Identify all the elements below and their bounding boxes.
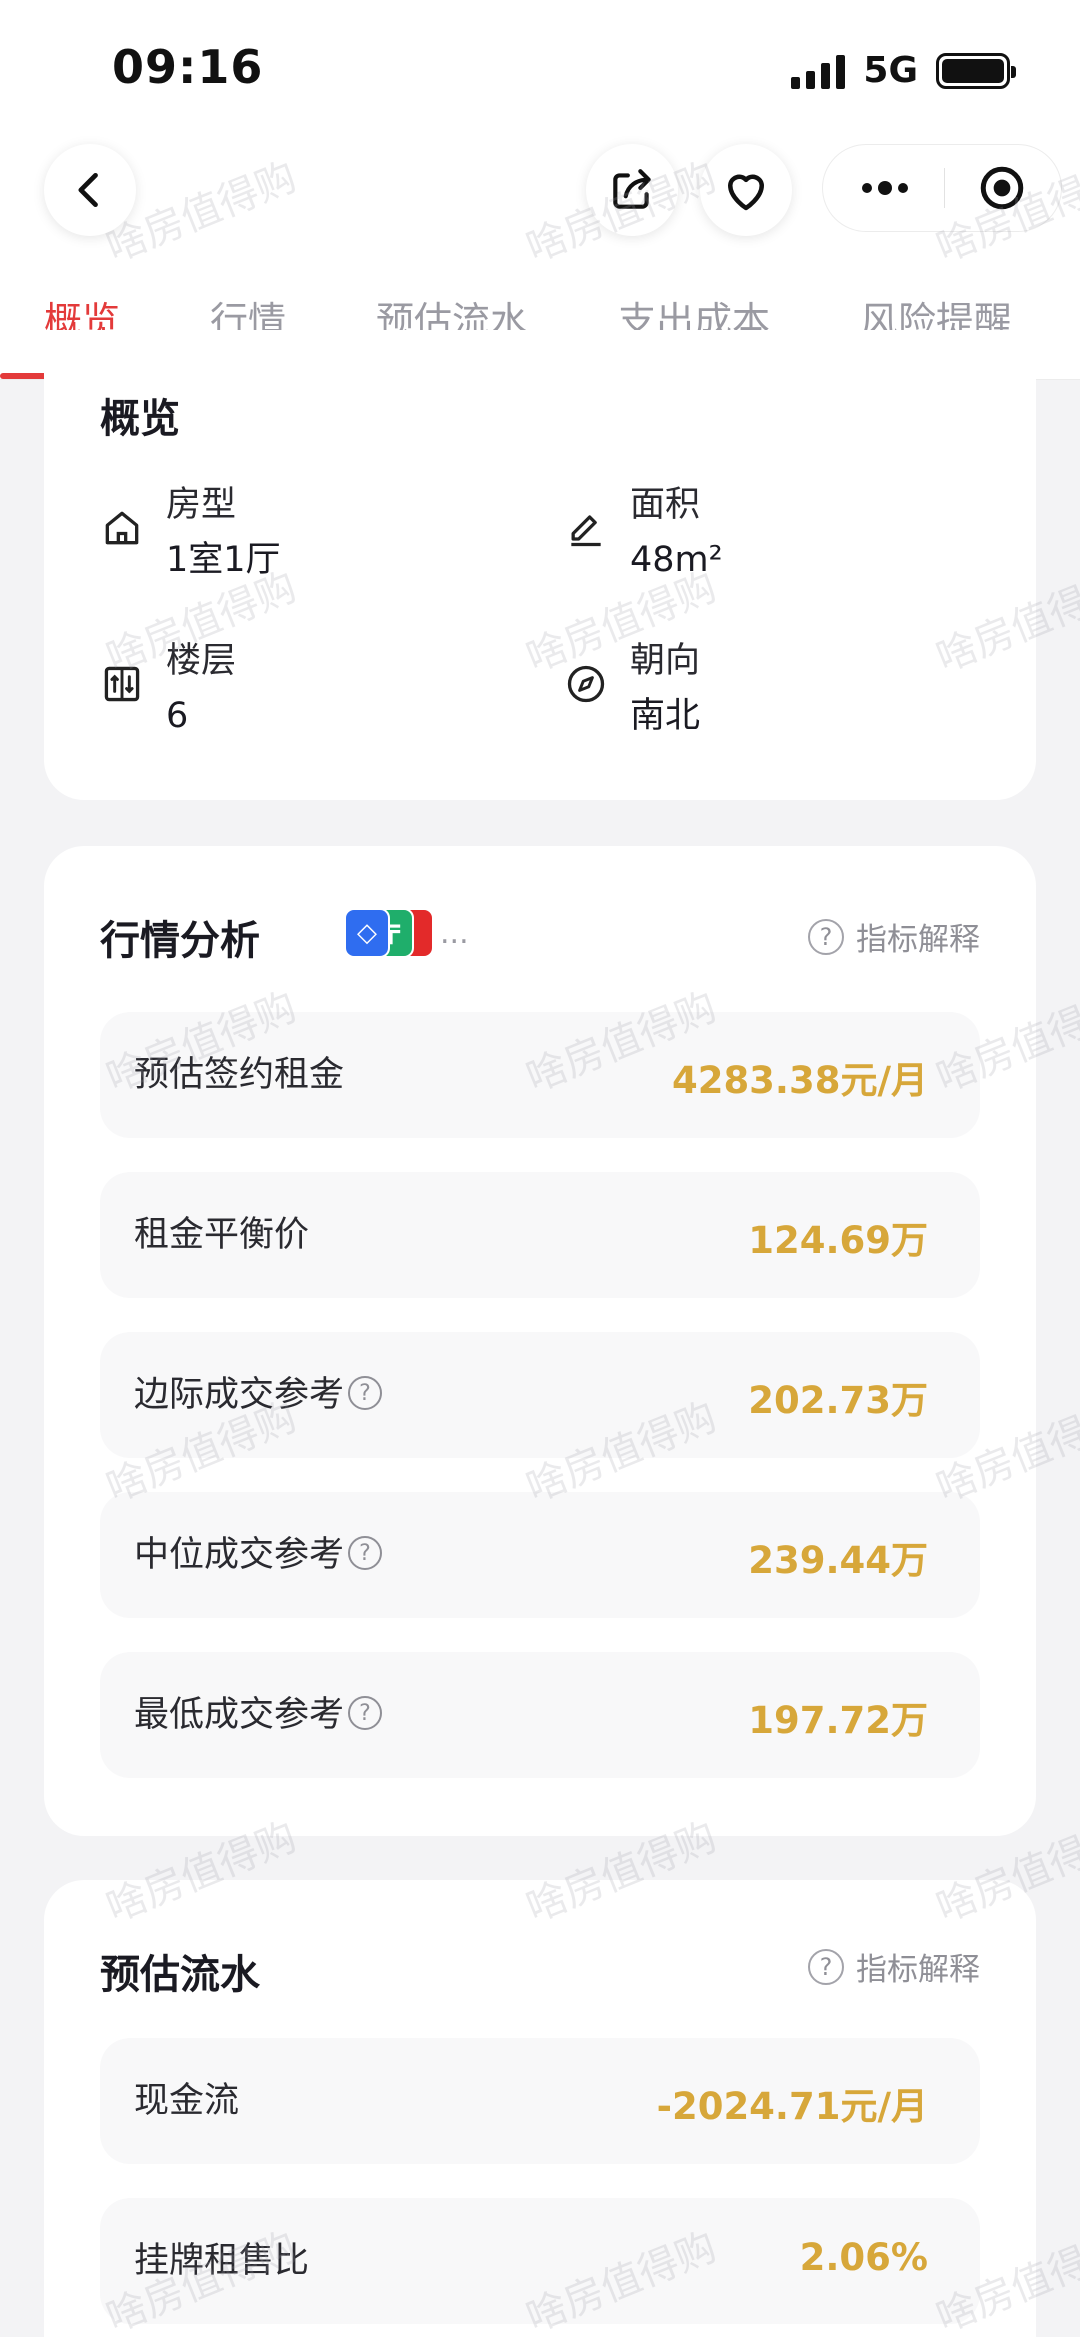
status-bar: 09:16 5G — [0, 0, 1080, 140]
status-time: 09:16 — [112, 40, 264, 94]
row-value: 4283.38元/月 — [671, 1059, 928, 1102]
row-label: 最低成交参考? — [134, 1686, 383, 1737]
question-icon: ? — [808, 918, 844, 955]
chevron-left-icon — [78, 172, 98, 208]
overview-value: 1室1厅 — [166, 540, 281, 580]
nav-bar — [0, 140, 1080, 250]
overview-value: 南北 — [630, 696, 701, 736]
overview-value: 6 — [166, 696, 189, 736]
overview-item-floor: 楼层 6 — [100, 636, 236, 746]
favorite-button[interactable] — [700, 144, 792, 236]
table-row: 租金平衡价 124.69万 — [100, 1172, 980, 1298]
table-row: 中位成交参考? 239.44万 — [100, 1492, 980, 1618]
cashflow-explain-button[interactable]: ? 指标解释 — [808, 1944, 980, 1989]
question-icon[interactable]: ? — [348, 1696, 383, 1730]
market-title: 行情分析 — [100, 918, 260, 964]
overview-item-orientation: 朝向 南北 — [564, 636, 700, 746]
mini-program-capsule — [822, 144, 1062, 232]
row-label: 现金流 — [134, 2081, 240, 2121]
battery-icon — [936, 52, 1016, 89]
overview-label: 楼层 — [166, 641, 237, 681]
row-value: 239.44万 — [748, 1539, 928, 1582]
heart-icon — [728, 174, 764, 211]
more-icon[interactable] — [857, 176, 913, 200]
row-value: -2024.71元/月 — [656, 2085, 928, 2128]
row-label: 挂牌租售比 — [134, 2241, 310, 2281]
close-target-icon[interactable] — [977, 163, 1027, 213]
source-logo-icon: ◇ — [344, 908, 390, 958]
row-value: 124.69万 — [748, 1219, 928, 1262]
market-explain-button[interactable]: ? 指标解释 — [808, 914, 980, 959]
overview-label: 房型 — [166, 485, 237, 525]
overview-label: 朝向 — [630, 641, 701, 681]
overview-item-layout: 房型 1室1厅 — [100, 480, 281, 590]
row-label-text: 边际成交参考 — [134, 1375, 345, 1415]
overview-card: 概览 房型 1室1厅 面积 48m² 楼层 6 朝向 南北 — [44, 330, 1036, 800]
row-label: 预估签约租金 — [134, 1055, 345, 1095]
row-value: 202.73万 — [748, 1379, 928, 1422]
row-value: 2.06% — [799, 2236, 928, 2279]
cashflow-card: 预估流水 ? 指标解释 现金流 -2024.71元/月 挂牌租售比 2.06% — [44, 1880, 1036, 2337]
compass-icon — [567, 665, 605, 703]
back-button[interactable] — [44, 144, 136, 236]
share-button[interactable] — [586, 144, 678, 236]
row-label-text: 最低成交参考 — [134, 1695, 345, 1735]
elevator-icon — [104, 666, 140, 702]
signal-icon — [791, 53, 846, 89]
share-icon — [613, 169, 651, 209]
question-icon[interactable]: ? — [348, 1376, 383, 1410]
row-value: 197.72万 — [748, 1699, 928, 1742]
table-row: 边际成交参考? 202.73万 — [100, 1332, 980, 1458]
overview-label: 面积 — [630, 485, 701, 525]
market-card: 行情分析 ◇ 〒 〕 ... ? 指标解释 预估签约租金 4283.38元/月 … — [44, 846, 1036, 1836]
table-row: 现金流 -2024.71元/月 — [100, 2038, 980, 2164]
row-label: 边际成交参考? — [134, 1366, 383, 1417]
network-label: 5G — [863, 50, 918, 91]
table-row: 预估签约租金 4283.38元/月 — [100, 1012, 980, 1138]
more-sources: ... — [440, 915, 469, 951]
cashflow-title: 预估流水 — [100, 1952, 260, 1998]
question-icon: ? — [808, 1948, 844, 1985]
overview-value: 48m² — [630, 540, 723, 580]
overview-item-area: 面积 48m² — [564, 480, 723, 590]
edit-icon — [571, 515, 601, 547]
status-indicators: 5G — [791, 50, 1016, 91]
question-icon[interactable]: ? — [348, 1536, 383, 1570]
row-label-text: 中位成交参考 — [134, 1535, 345, 1575]
overview-title: 概览 — [100, 396, 180, 442]
house-icon — [105, 511, 139, 545]
data-source-logos[interactable]: ◇ 〒 〕 ... — [344, 908, 469, 958]
explain-label: 指标解释 — [856, 922, 980, 958]
table-row: 最低成交参考? 197.72万 — [100, 1652, 980, 1778]
table-row: 挂牌租售比 2.06% — [100, 2198, 980, 2324]
row-label: 中位成交参考? — [134, 1526, 383, 1577]
row-label: 租金平衡价 — [134, 1215, 310, 1255]
explain-label: 指标解释 — [856, 1952, 980, 1988]
